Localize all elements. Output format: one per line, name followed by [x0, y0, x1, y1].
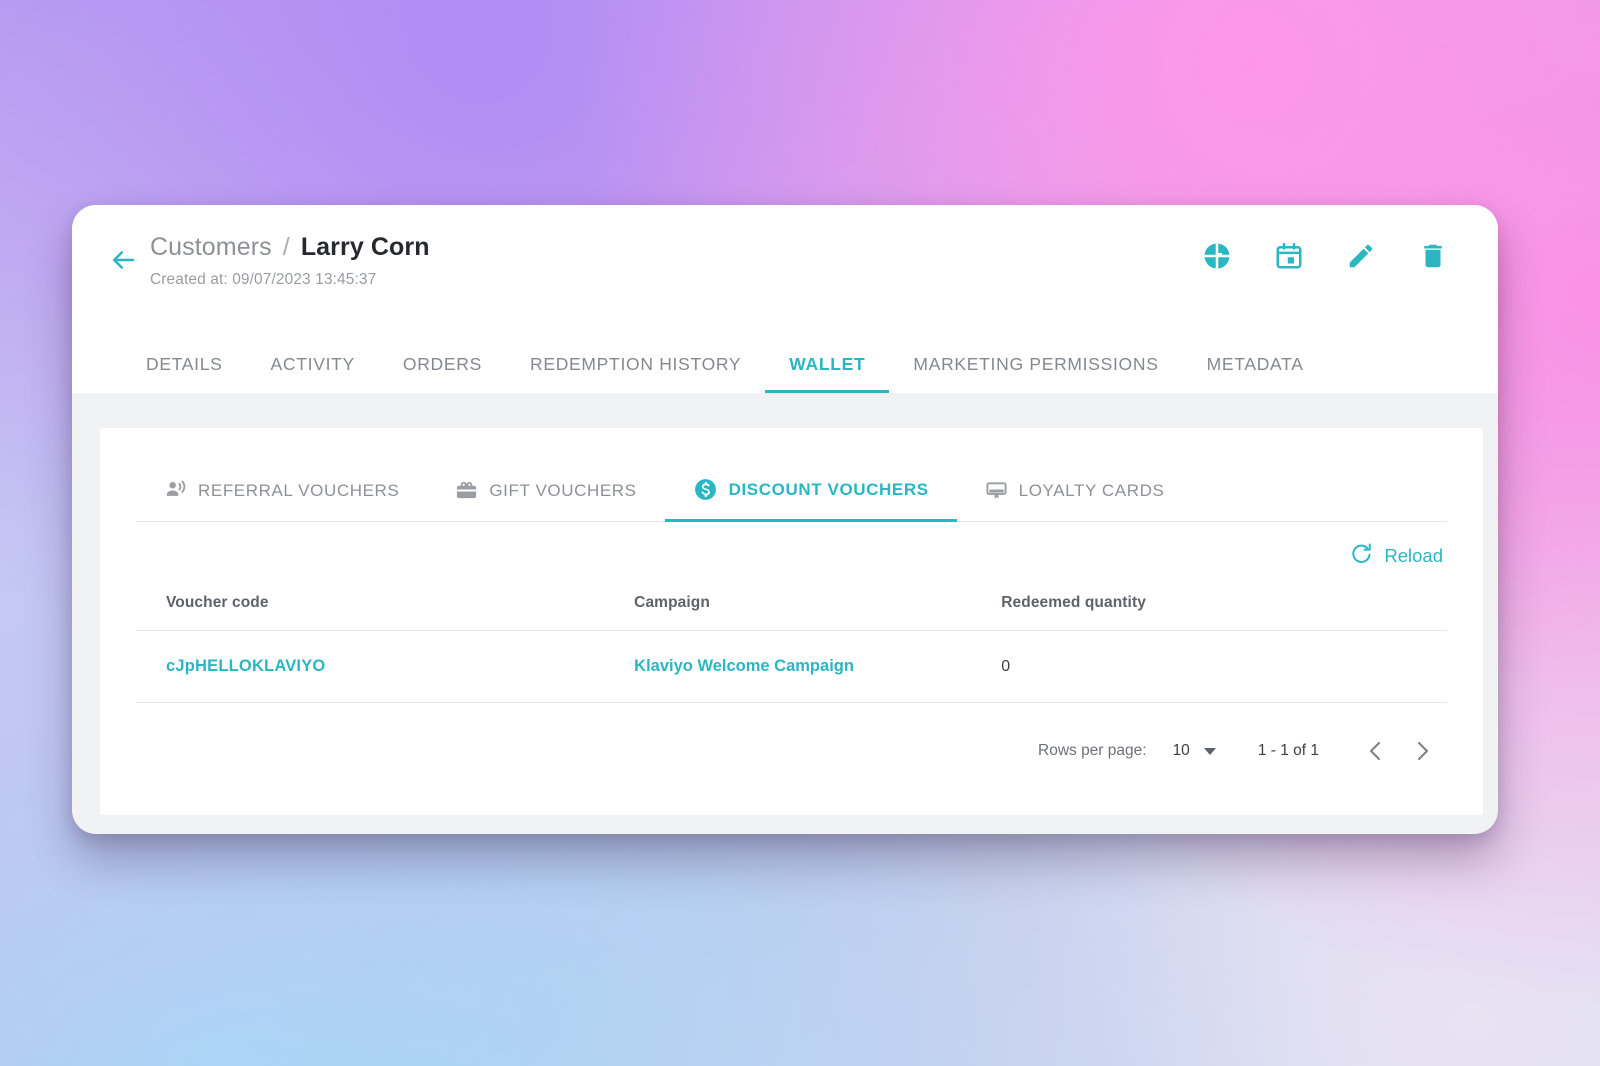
sub-tab-label: REFERRAL VOUCHERS [198, 480, 400, 500]
calendar-button[interactable] [1272, 239, 1306, 273]
cell-redeemed-quantity: 0 [1001, 630, 1447, 703]
column-header-redeemed-quantity: Redeemed quantity [1001, 588, 1447, 631]
analytics-button[interactable] [1200, 239, 1234, 273]
column-header-campaign: Campaign [634, 588, 1002, 631]
customer-detail-window: Customers / Larry Corn Created at: 09/07… [72, 205, 1498, 834]
cell-campaign: Klaviyo Welcome Campaign [634, 630, 1002, 703]
created-at-text: Created at: 09/07/2023 13:45:37 [150, 271, 377, 288]
next-page-button[interactable] [1399, 731, 1445, 771]
table-header-row: Voucher code Campaign Redeemed quantity [136, 588, 1447, 631]
tab-metadata[interactable]: METADATA [1183, 354, 1328, 393]
cell-voucher-code: cJpHELLOKLAVIYO [136, 630, 635, 703]
header-action-buttons [1200, 239, 1456, 273]
campaign-link[interactable]: Klaviyo Welcome Campaign [634, 657, 854, 675]
window-header: Customers / Larry Corn Created at: 09/07… [72, 205, 1498, 393]
header-top-row: Customers / Larry Corn Created at: 09/07… [72, 227, 1498, 289]
rows-per-page-select[interactable]: 10 [1173, 742, 1216, 760]
delete-trash-icon [1418, 241, 1448, 271]
chevron-left-icon [1364, 739, 1388, 763]
edit-pencil-icon [1346, 241, 1376, 271]
calendar-icon [1274, 241, 1304, 271]
tab-wallet[interactable]: WALLET [765, 354, 890, 393]
breadcrumb: Customers / Larry Corn [150, 231, 1200, 263]
record-voice-over-icon [164, 479, 187, 502]
reload-button[interactable]: Reload [1348, 538, 1445, 574]
toolbar-row: Reload [136, 522, 1447, 574]
main-tab-bar: DETAILS ACTIVITY ORDERS REDEMPTION HISTO… [72, 327, 1498, 393]
wallet-panel: REFERRAL VOUCHERS GIFT VOUCHERS DISCOUNT… [100, 428, 1483, 815]
tab-details[interactable]: DETAILS [122, 354, 247, 393]
card-giftcard-icon [455, 479, 478, 502]
voucher-code-link[interactable]: cJpHELLOKLAVIYO [166, 657, 325, 675]
breadcrumb-customers-link[interactable]: Customers [150, 231, 272, 263]
sub-tab-label: LOYALTY CARDS [1018, 480, 1165, 500]
breadcrumb-separator: / [282, 233, 290, 261]
delete-button[interactable] [1416, 239, 1450, 273]
sub-tab-referral-vouchers[interactable]: REFERRAL VOUCHERS [136, 479, 427, 521]
table-head: Voucher code Campaign Redeemed quantity [136, 588, 1447, 631]
sub-tab-discount-vouchers[interactable]: DISCOUNT VOUCHERS [664, 477, 957, 522]
back-button[interactable] [100, 237, 146, 283]
rows-per-page-value: 10 [1172, 742, 1190, 759]
monetization-on-icon [693, 477, 718, 502]
column-header-voucher-code: Voucher code [136, 588, 635, 631]
pagination-range-label: 1 - 1 of 1 [1257, 742, 1319, 759]
previous-page-button[interactable] [1353, 731, 1399, 771]
table-body: cJpHELLOKLAVIYO Klaviyo Welcome Campaign… [136, 630, 1447, 703]
table-row[interactable]: cJpHELLOKLAVIYO Klaviyo Welcome Campaign… [136, 630, 1447, 703]
discount-vouchers-table: Voucher code Campaign Redeemed quantity … [136, 588, 1447, 703]
chevron-down-icon [1203, 747, 1216, 755]
redeemed-quantity-value: 0 [1001, 657, 1011, 675]
arrow-left-icon [108, 245, 138, 275]
sub-tab-loyalty-cards[interactable]: LOYALTY CARDS [957, 479, 1193, 521]
analytics-pie-chart-icon [1202, 241, 1232, 271]
sub-tab-label: GIFT VOUCHERS [489, 480, 637, 500]
wallet-sub-tab-bar: REFERRAL VOUCHERS GIFT VOUCHERS DISCOUNT… [136, 428, 1447, 522]
sub-tab-gift-vouchers[interactable]: GIFT VOUCHERS [427, 479, 664, 521]
loyalty-card-icon [985, 479, 1008, 502]
page-title: Larry Corn [300, 233, 430, 261]
tab-redemption-history[interactable]: REDEMPTION HISTORY [506, 354, 765, 393]
edit-button[interactable] [1344, 239, 1378, 273]
tab-orders[interactable]: ORDERS [379, 354, 506, 393]
tab-activity[interactable]: ACTIVITY [247, 354, 379, 393]
refresh-icon [1350, 542, 1373, 570]
reload-label: Reload [1384, 545, 1443, 566]
tab-marketing-permissions[interactable]: MARKETING PERMISSIONS [889, 354, 1182, 393]
table-pagination: Rows per page: 10 1 - 1 of 1 [136, 703, 1447, 771]
title-block: Customers / Larry Corn Created at: 09/07… [146, 227, 1200, 289]
chevron-right-icon [1410, 739, 1434, 763]
rows-per-page-label: Rows per page: [1038, 742, 1147, 759]
sub-tab-label: DISCOUNT VOUCHERS [728, 479, 929, 499]
